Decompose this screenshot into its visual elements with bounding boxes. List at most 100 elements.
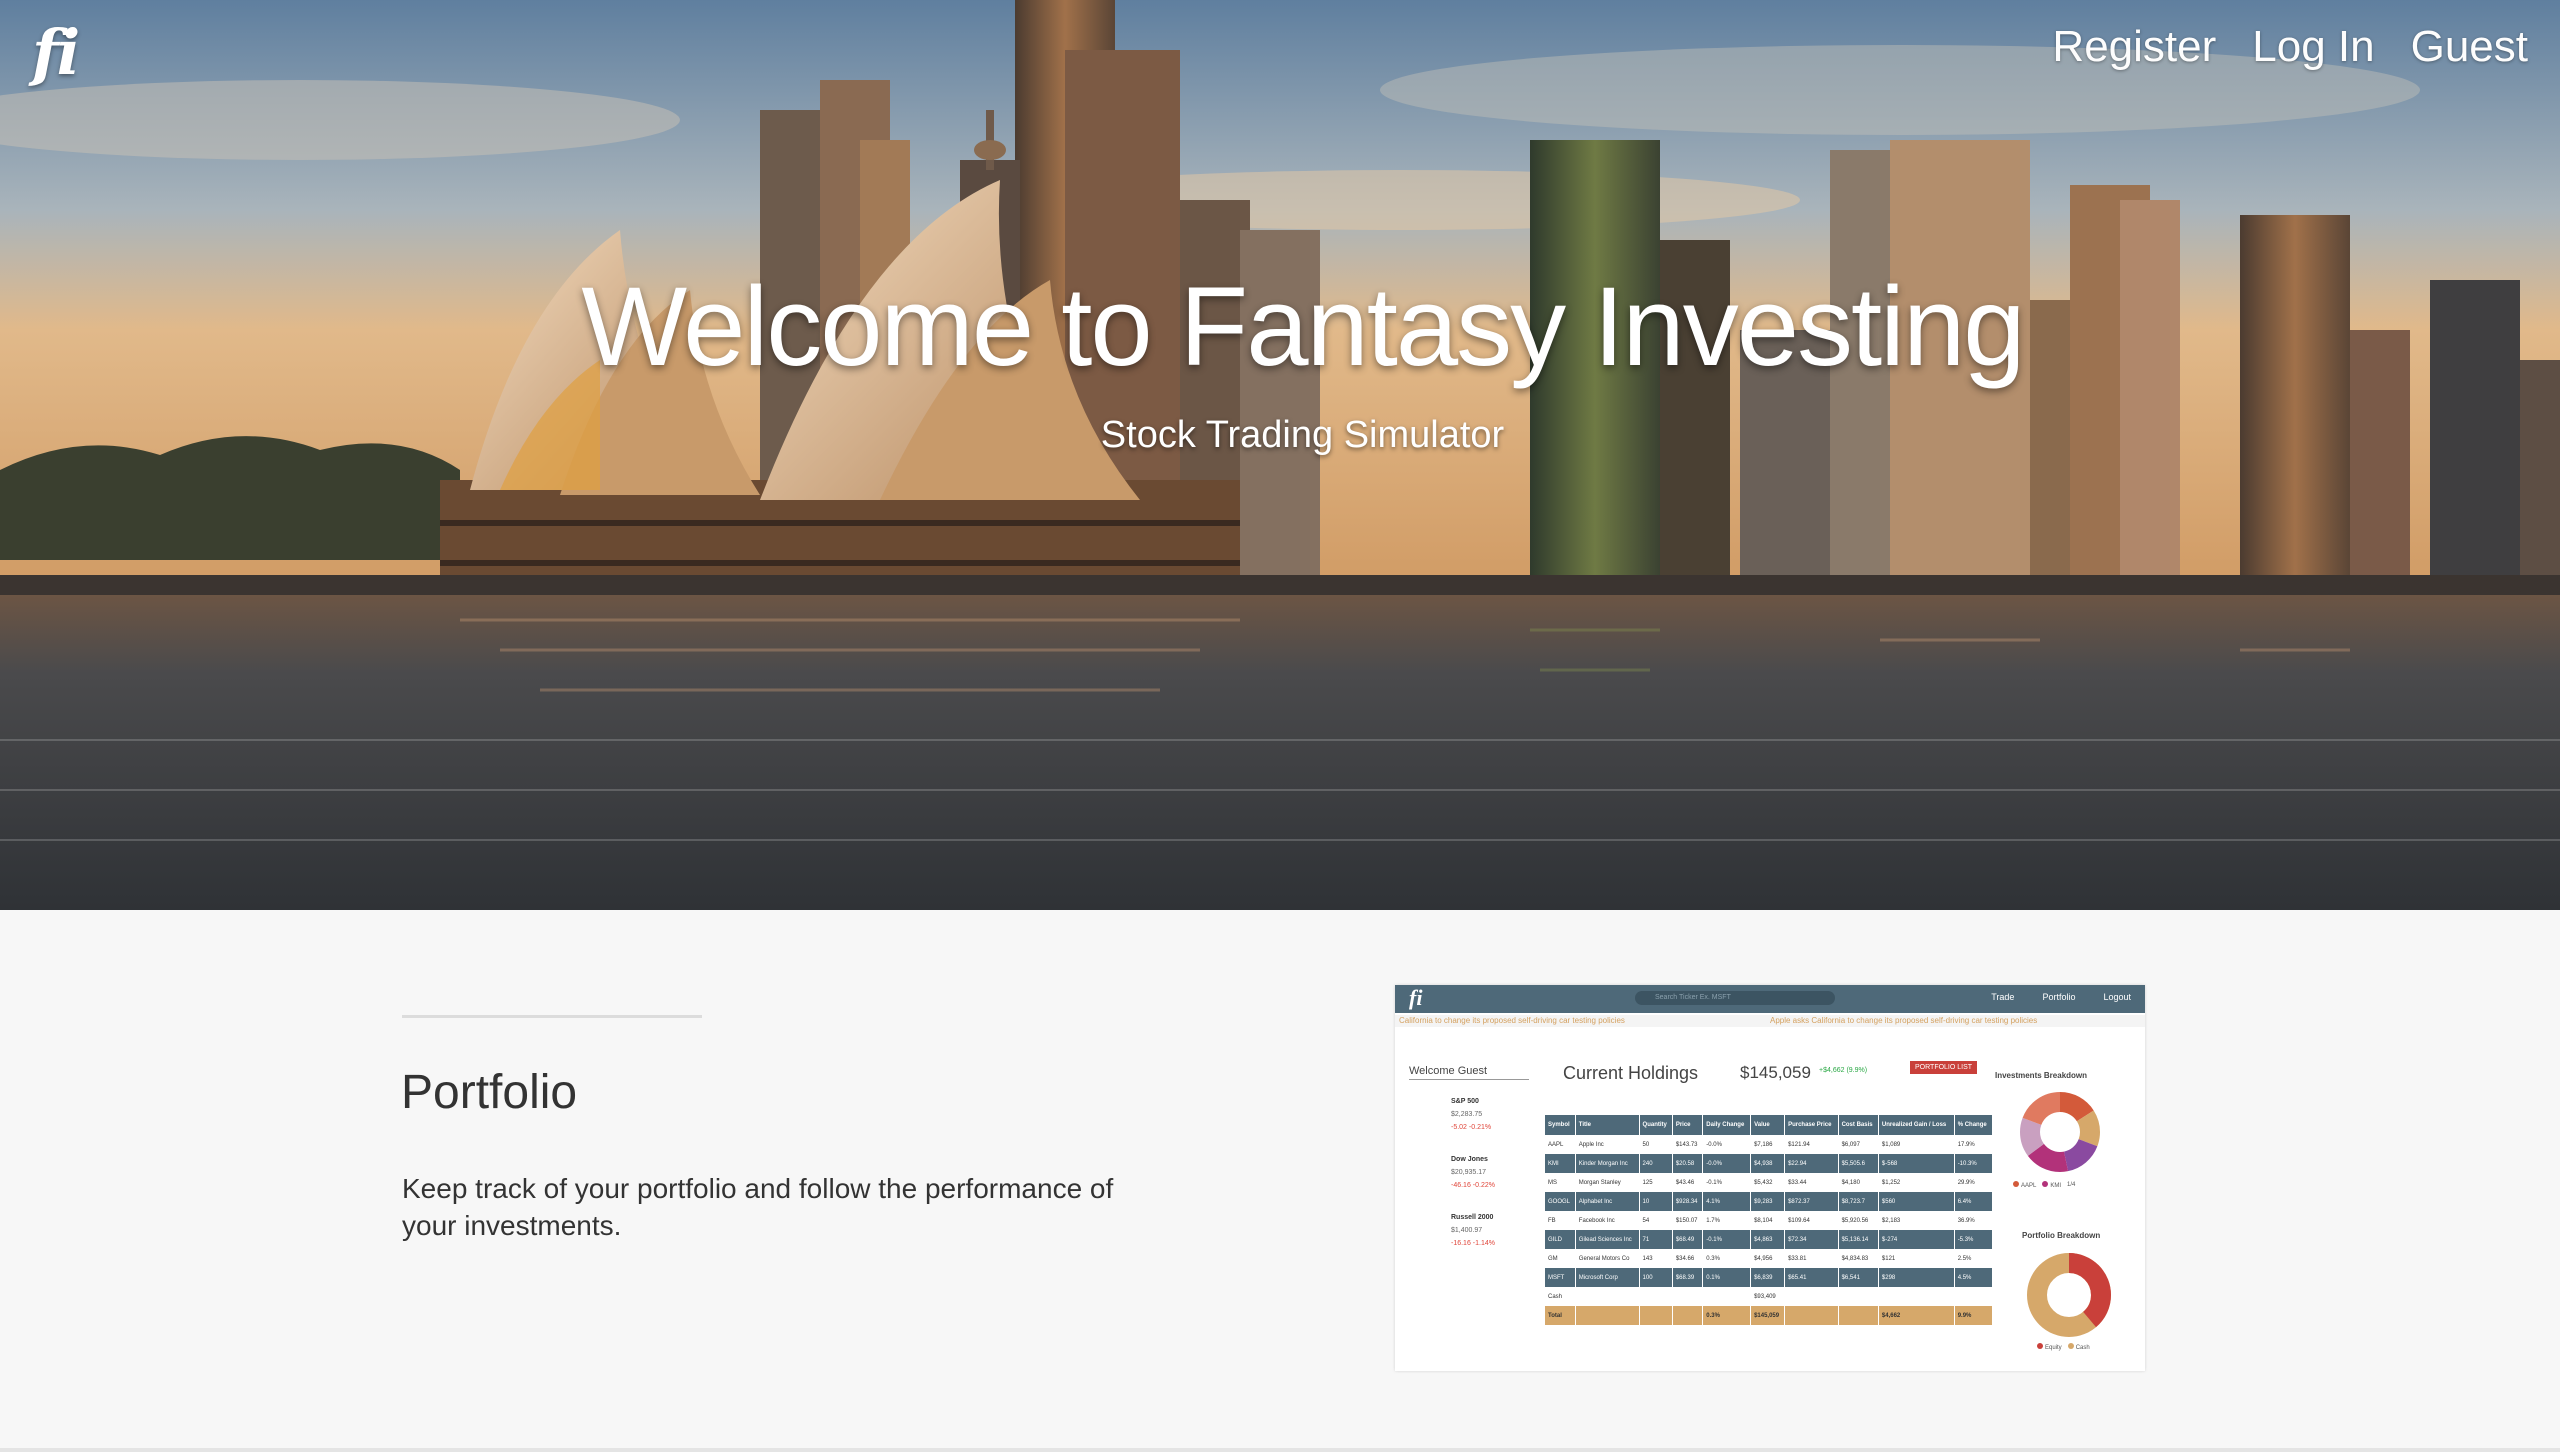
table-cell: $4,834.83 <box>1838 1249 1879 1268</box>
table-cell: FB <box>1545 1211 1576 1230</box>
table-cell: $4,938 <box>1750 1154 1786 1173</box>
preview-news-item: California to change its proposed self-d… <box>1399 1016 1625 1025</box>
table-cell: $143.73 <box>1672 1135 1704 1154</box>
legend-item: AAPL <box>2013 1181 2036 1189</box>
hero-banner: fi Register Log In Guest Welcome to Fant… <box>0 0 2560 910</box>
page-bottom-border <box>0 1448 2560 1452</box>
table-cell <box>1639 1287 1673 1306</box>
preview-nav-trade: Trade <box>1991 992 2015 1002</box>
preview-search: Search Ticker Ex. MSFT <box>1635 991 1835 1005</box>
table-cell <box>1672 1306 1704 1325</box>
table-cell: $298 <box>1878 1268 1955 1287</box>
table-row: FB Facebook Inc 54 $150.07 1.7% $8,104 $109.64… <box>1545 1211 1994 1230</box>
table-cell <box>1784 1287 1839 1306</box>
table-cell: $9,283 <box>1750 1192 1786 1211</box>
table-row: GOOGL Alphabet Inc 10 $928.34 4.1% $9,283 $872… <box>1545 1192 1994 1211</box>
table-cell: 240 <box>1639 1154 1673 1173</box>
table-cell: $109.64 <box>1784 1211 1839 1230</box>
preview-total-gain: +$4,662 (9.9%) <box>1819 1067 1868 1074</box>
preview-logo: fi <box>1409 985 1423 1010</box>
register-link[interactable]: Register <box>2052 22 2216 72</box>
table-cell: $6,839 <box>1750 1268 1786 1287</box>
table-cell: 6.4% <box>1954 1192 1994 1211</box>
table-cell: Cash <box>1545 1287 1576 1306</box>
column-header: Daily Change <box>1702 1115 1752 1135</box>
preview-total: $145,059 <box>1740 1063 1811 1082</box>
investments-legend: AAPL KMI 1/4 <box>2013 1181 2075 1189</box>
preview-index-name: Dow Jones <box>1451 1156 1488 1163</box>
table-cell: Microsoft Corp <box>1575 1268 1640 1287</box>
table-cell: $121.94 <box>1784 1135 1839 1154</box>
feature-description: Keep track of your portfolio and follow … <box>402 1173 1114 1241</box>
table-cell <box>1838 1306 1879 1325</box>
table-cell: Kinder Morgan Inc <box>1575 1154 1640 1173</box>
table-cell: Apple Inc <box>1575 1135 1640 1154</box>
column-header: Symbol <box>1545 1115 1576 1135</box>
table-cell: Gilead Sciences Inc <box>1575 1230 1640 1249</box>
table-cell: $-568 <box>1878 1154 1955 1173</box>
table-cell: 100 <box>1639 1268 1673 1287</box>
preview-index: S&P 500 $2,283.75 -5.02 -0.21% <box>1451 1095 1491 1134</box>
feature-title: Portfolio <box>401 1066 578 1119</box>
column-header: Value <box>1750 1115 1786 1135</box>
table-cell: 0.3% <box>1702 1306 1752 1325</box>
column-header: Quantity <box>1639 1115 1673 1135</box>
legend-item: Cash <box>2067 1343 2090 1351</box>
table-body: AAPL Apple Inc 50 $143.73 -0.0% $7,186 $121.94… <box>1545 1135 1994 1325</box>
table-row: MSFT Microsoft Corp 100 $68.39 0.1% $6,839 $65… <box>1545 1268 1994 1287</box>
table-cell: 36.9% <box>1954 1211 1994 1230</box>
top-nav: Register Log In Guest <box>2052 22 2528 72</box>
preview-index-value: $20,935.17 <box>1451 1169 1487 1176</box>
preview-index-change: -5.02 -0.21% <box>1451 1124 1492 1131</box>
table-cell: $7,186 <box>1750 1135 1786 1154</box>
table-cell: -0.1% <box>1702 1173 1752 1192</box>
table-cell: 29.9% <box>1954 1173 1994 1192</box>
table-cell: 2.5% <box>1954 1249 1994 1268</box>
table-cell <box>1575 1287 1640 1306</box>
table-cell: 9.9% <box>1954 1306 1994 1325</box>
table-cell: $4,956 <box>1750 1249 1786 1268</box>
table-cell: $121 <box>1878 1249 1955 1268</box>
table-cell: $560 <box>1878 1192 1955 1211</box>
investments-donut-chart <box>2020 1092 2100 1172</box>
table-cell: $5,505.6 <box>1838 1154 1879 1173</box>
fi-logo[interactable]: fi <box>32 16 80 89</box>
table-row: Cash $93,409 <box>1545 1287 1994 1306</box>
table-cell: $5,920.56 <box>1838 1211 1879 1230</box>
table-cell: $68.49 <box>1672 1230 1704 1249</box>
table-cell: $145,059 <box>1750 1306 1786 1325</box>
table-cell: -0.0% <box>1702 1135 1752 1154</box>
table-cell: -5.3% <box>1954 1230 1994 1249</box>
table-cell: 4.1% <box>1702 1192 1752 1211</box>
table-cell: 10 <box>1639 1192 1673 1211</box>
table-cell: $5,432 <box>1750 1173 1786 1192</box>
table-cell: Alphabet Inc <box>1575 1192 1640 1211</box>
table-cell <box>1878 1287 1955 1306</box>
table-cell: $93,409 <box>1750 1287 1786 1306</box>
table-cell: $4,662 <box>1878 1306 1955 1325</box>
table-cell: $6,541 <box>1838 1268 1879 1287</box>
table-cell <box>1838 1287 1879 1306</box>
table-row: MS Morgan Stanley 125 $43.46 -0.1% $5,432 $33.… <box>1545 1173 1994 1192</box>
column-header: Price <box>1672 1115 1704 1135</box>
preview-index: Russell 2000 $1,400.97 -16.16 -1.14% <box>1451 1211 1495 1250</box>
guest-link[interactable]: Guest <box>2411 22 2528 72</box>
table-cell: $928.34 <box>1672 1192 1704 1211</box>
hero-title: Welcome to Fantasy Investing <box>581 264 2025 389</box>
table-cell: KMI <box>1545 1154 1576 1173</box>
table-cell <box>1639 1306 1673 1325</box>
column-header: Purchase Price <box>1784 1115 1839 1135</box>
preview-heading: Current Holdings <box>1563 1063 1699 1083</box>
legend-item: KMI <box>2042 1181 2061 1189</box>
table-cell: MSFT <box>1545 1268 1576 1287</box>
table-cell: $1,252 <box>1878 1173 1955 1192</box>
table-cell: $150.07 <box>1672 1211 1704 1230</box>
table-cell: $72.34 <box>1784 1230 1839 1249</box>
table-cell: GM <box>1545 1249 1576 1268</box>
preview-index-change: -16.16 -1.14% <box>1451 1240 1495 1247</box>
login-link[interactable]: Log In <box>2252 22 2374 72</box>
table-cell: $33.81 <box>1784 1249 1839 1268</box>
table-cell: 4.5% <box>1954 1268 1994 1287</box>
table-cell: $4,863 <box>1750 1230 1786 1249</box>
preview-index-name: S&P 500 <box>1451 1098 1479 1105</box>
